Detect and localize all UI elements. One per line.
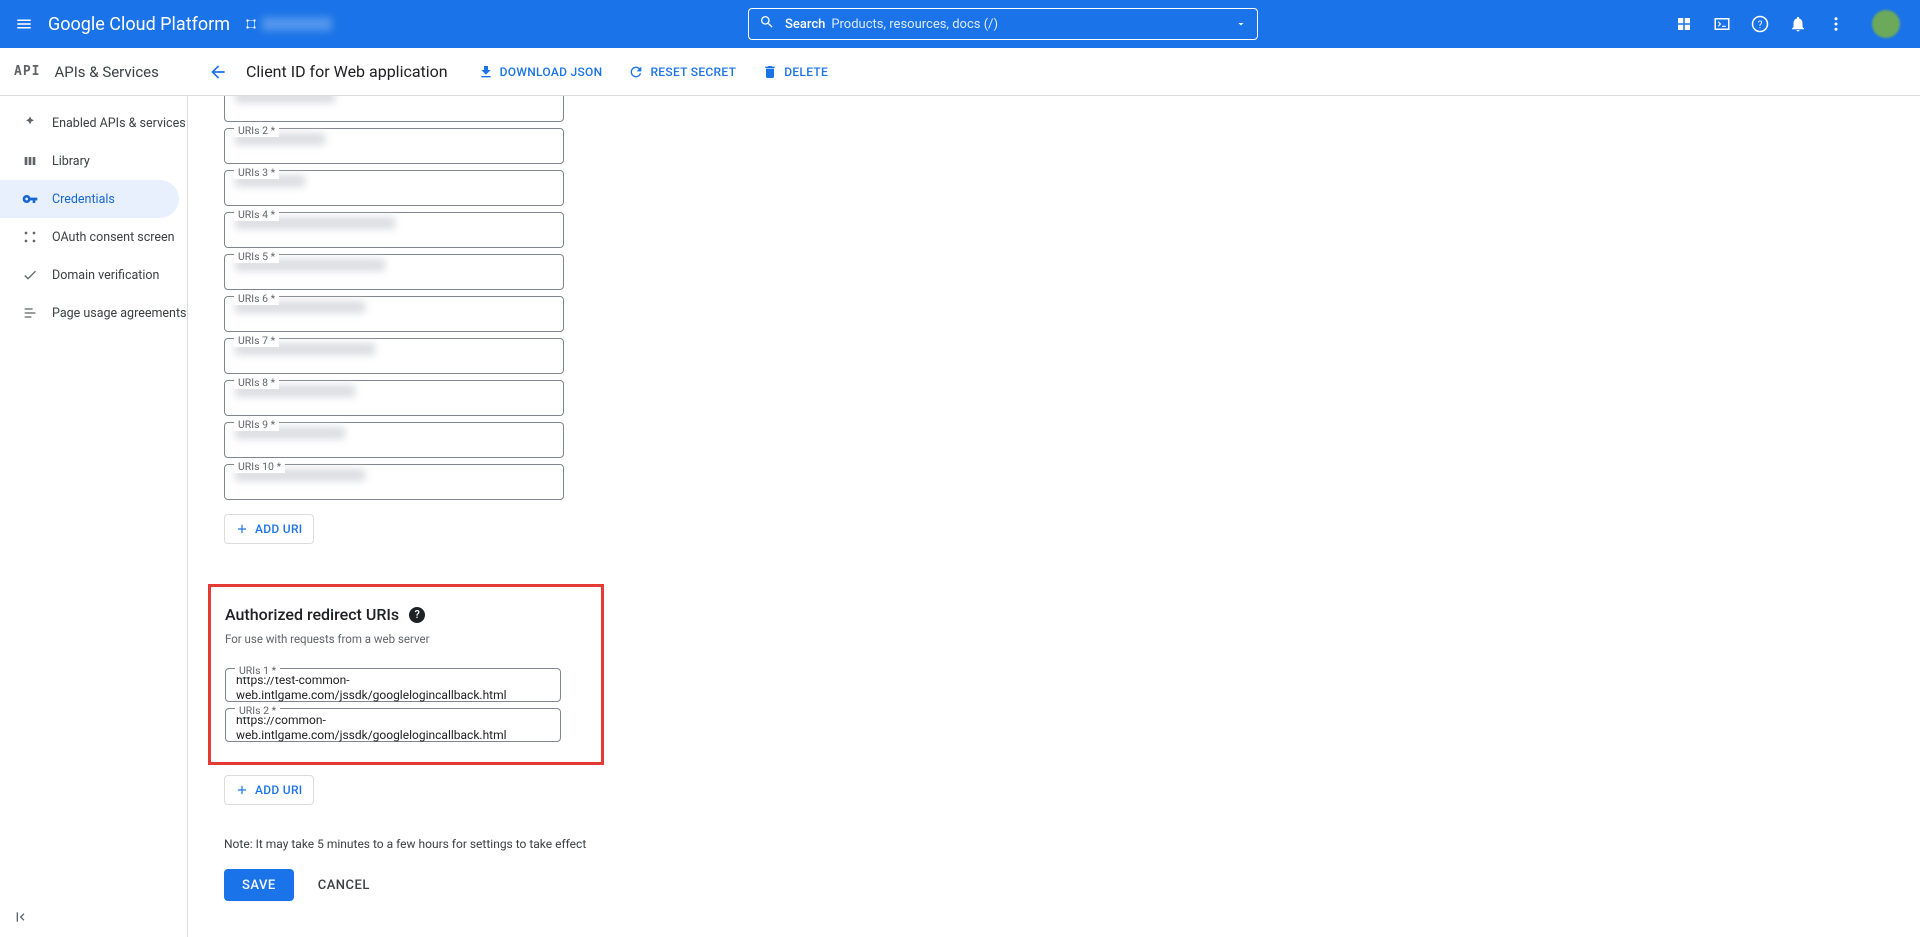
uri-field: URIs 5 * [224, 254, 824, 290]
uri-field: URIs 6 * [224, 296, 824, 332]
reset-secret-label: RESET SECRET [650, 65, 736, 79]
uri-field-label: URIs 2 * [234, 124, 279, 137]
cloud-shell-icon[interactable] [1712, 14, 1732, 34]
section-title: APIs & Services [54, 63, 158, 81]
uri-field: URIs 2 * [224, 128, 824, 164]
content-scroll[interactable]: URIs 2 * URIs 3 * URIs 4 * URIs 5 * URIs… [188, 96, 1920, 937]
sidebar-item-credentials[interactable]: Credentials [0, 180, 179, 218]
redirect-uri-label: URIs 2 * [235, 704, 280, 717]
authorized-redirect-uris-section: Authorized redirect URIs ? For use with … [208, 584, 604, 765]
sidebar-item-library[interactable]: Library [0, 142, 187, 180]
search-icon [759, 14, 775, 34]
sidebar-item-label: Enabled APIs & services [52, 116, 186, 131]
sidebar-item-label: Library [52, 154, 90, 169]
sidebar-item-label: Page usage agreements [52, 306, 187, 321]
help-icon[interactable]: ? [1750, 14, 1770, 34]
avatar[interactable] [1872, 10, 1900, 38]
consent-icon [20, 227, 40, 247]
product-name: Google Cloud Platform [48, 14, 230, 35]
collapse-sidebar-icon[interactable] [14, 909, 30, 929]
uri-field-label: URIs 5 * [234, 250, 279, 263]
gift-icon[interactable] [1674, 14, 1694, 34]
download-json-label: DOWNLOAD JSON [500, 65, 603, 79]
search-placeholder: Products, resources, docs (/) [831, 17, 998, 32]
download-json-button[interactable]: DOWNLOAD JSON [478, 64, 603, 80]
redirect-uri-field: URIs 1 * https://test-common-web.intlgam… [225, 668, 587, 702]
redirect-uri-field: URIs 2 * https://common-web.intlgame.com… [225, 708, 587, 742]
uri-field: URIs 4 * [224, 212, 824, 248]
sidebar: Enabled APIs & services Library Credenti… [0, 96, 188, 937]
section-label: API APIs & Services [0, 63, 188, 81]
project-picker[interactable] [244, 17, 332, 31]
sidebar-item-page-usage[interactable]: Page usage agreements [0, 294, 187, 332]
project-name-redacted [262, 17, 332, 31]
sidebar-item-oauth-consent[interactable]: OAuth consent screen [0, 218, 187, 256]
add-uri-button-redirect[interactable]: ADD URI [224, 775, 314, 805]
sidebar-item-label: Credentials [52, 192, 115, 207]
header-right-icons: ? [1674, 10, 1900, 38]
uri-field: URIs 8 * [224, 380, 824, 416]
redirect-title-text: Authorized redirect URIs [225, 605, 399, 624]
cancel-button[interactable]: CANCEL [310, 878, 378, 893]
verify-icon [20, 265, 40, 285]
uri-field-label: URIs 10 * [234, 460, 285, 473]
redirect-section-title: Authorized redirect URIs ? [225, 605, 587, 624]
redirect-section-desc: For use with requests from a web server [225, 632, 587, 646]
page-title: Client ID for Web application [246, 62, 448, 81]
add-uri-label: ADD URI [255, 783, 303, 797]
uri-field-label: URIs 9 * [234, 418, 279, 431]
top-header: Google Cloud Platform Search Products, r… [0, 0, 1920, 48]
redirect-uri-label: URIs 1 * [235, 664, 280, 677]
sidebar-item-label: Domain verification [52, 268, 159, 283]
enabled-apis-icon [20, 113, 40, 133]
back-arrow-icon[interactable] [206, 60, 230, 84]
sidebar-item-domain-verification[interactable]: Domain verification [0, 256, 187, 294]
agreement-icon [20, 303, 40, 323]
reset-secret-button[interactable]: RESET SECRET [628, 64, 736, 80]
uri-field-label: URIs 4 * [234, 208, 279, 221]
library-icon [20, 151, 40, 171]
uri-field [224, 96, 824, 122]
key-icon [20, 189, 40, 209]
uri-field-label: URIs 3 * [234, 166, 279, 179]
search-label: Search [785, 17, 825, 32]
search-dropdown-icon[interactable] [1235, 15, 1247, 34]
api-logo-text: API [14, 64, 40, 79]
uri-input[interactable] [224, 96, 564, 122]
help-tooltip-icon[interactable]: ? [409, 607, 425, 623]
uri-field-label: URIs 7 * [234, 334, 279, 347]
more-icon[interactable] [1826, 14, 1846, 34]
uri-field: URIs 9 * [224, 422, 824, 458]
add-uri-label: ADD URI [255, 522, 303, 536]
delete-label: DELETE [784, 65, 828, 79]
hamburger-menu-icon[interactable] [12, 12, 36, 36]
uri-field-label: URIs 6 * [234, 292, 279, 305]
sidebar-item-enabled-apis[interactable]: Enabled APIs & services [0, 104, 187, 142]
uri-field: URIs 7 * [224, 338, 824, 374]
subheader: API APIs & Services Client ID for Web ap… [0, 48, 1920, 96]
button-row: SAVE CANCEL [224, 869, 824, 901]
delete-button[interactable]: DELETE [762, 64, 828, 80]
uri-field: URIs 3 * [224, 170, 824, 206]
uri-field: URIs 10 * [224, 464, 824, 500]
add-uri-button-origins[interactable]: ADD URI [224, 514, 314, 544]
sidebar-item-label: OAuth consent screen [52, 230, 175, 245]
svg-text:?: ? [1758, 20, 1763, 31]
search-input[interactable]: Search Products, resources, docs (/) [748, 8, 1258, 40]
settings-note: Note: It may take 5 minutes to a few hou… [224, 837, 824, 851]
save-button[interactable]: SAVE [224, 869, 294, 901]
uri-field-label: URIs 8 * [234, 376, 279, 389]
notifications-icon[interactable] [1788, 14, 1808, 34]
